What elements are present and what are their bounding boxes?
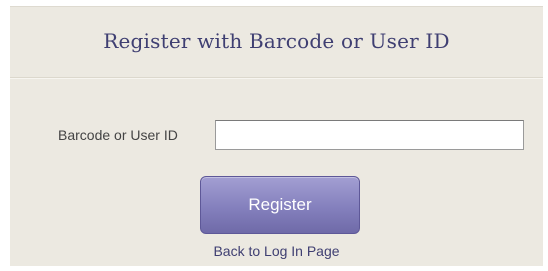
- register-button[interactable]: Register: [200, 176, 360, 234]
- back-to-login-link[interactable]: Back to Log In Page: [10, 243, 543, 259]
- barcode-field-label: Barcode or User ID: [58, 127, 178, 143]
- panel-header: Register with Barcode or User ID: [10, 7, 543, 78]
- page: Register with Barcode or User ID Barcode…: [0, 0, 548, 271]
- register-panel: Register with Barcode or User ID Barcode…: [10, 6, 543, 266]
- barcode-input[interactable]: [215, 120, 524, 150]
- page-title: Register with Barcode or User ID: [103, 29, 450, 53]
